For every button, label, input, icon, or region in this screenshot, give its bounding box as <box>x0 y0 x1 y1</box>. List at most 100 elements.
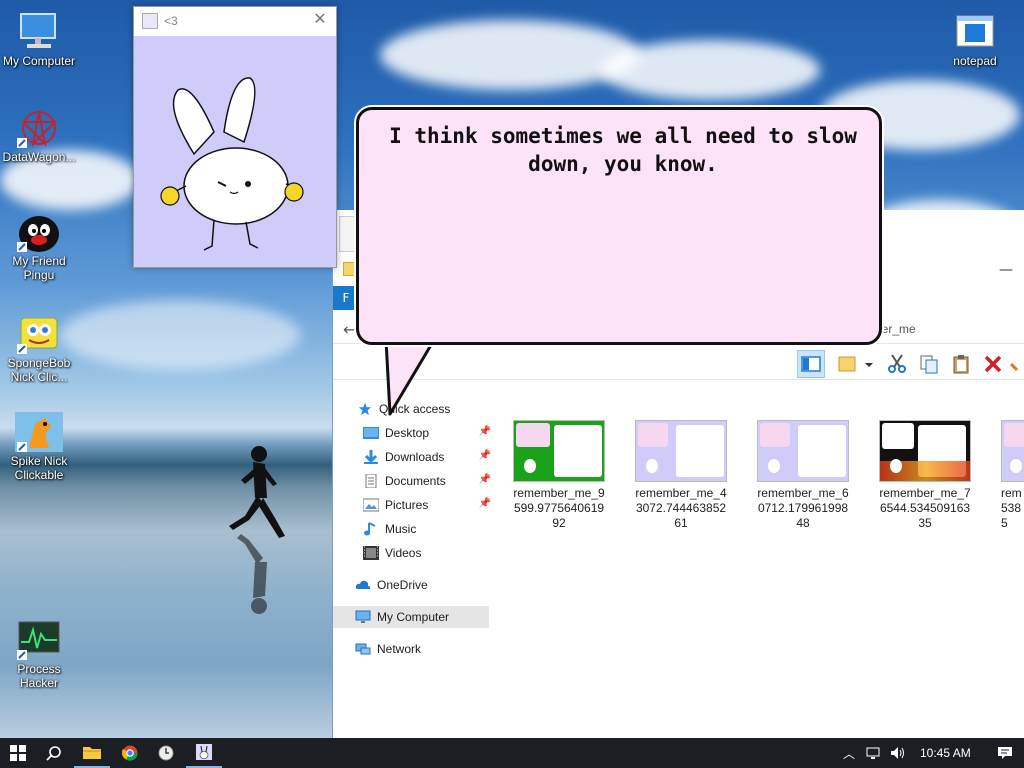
nav-item-desktop[interactable]: Desktop 📌 <box>363 422 493 444</box>
windows-logo-icon <box>10 745 26 761</box>
search-button[interactable] <box>36 738 72 768</box>
spongebob-icon <box>15 314 63 354</box>
file-thumbnail <box>879 420 971 482</box>
nav-my-computer[interactable]: My Computer <box>333 606 489 628</box>
pin-icon: 📌 <box>478 450 491 461</box>
desktop-icon-label: SpongeBob Nick Clic... <box>7 356 71 384</box>
file-item[interactable]: remember_me_76544.53450916335 <box>875 420 975 531</box>
delete-button[interactable] <box>979 350 1007 378</box>
view-options-button[interactable] <box>835 350 875 378</box>
back-arrow-icon[interactable]: ← <box>343 320 356 339</box>
monitor-icon <box>15 12 63 52</box>
file-item[interactable]: remember_me_60712.17996199848 <box>753 420 853 531</box>
pictures-icon <box>363 498 379 512</box>
desktop-icon-spongebob[interactable]: SpongeBob Nick Clic... <box>1 314 77 384</box>
pet-window[interactable]: <3 ✕ <box>133 6 337 268</box>
monitor-icon <box>355 610 371 623</box>
close-button[interactable]: ✕ <box>310 11 330 31</box>
spike-icon <box>15 412 63 452</box>
clock-time[interactable]: 10:45 AM <box>920 746 971 760</box>
desktop-icon-spike[interactable]: Spike Nick Clickable <box>1 412 77 482</box>
copy-button[interactable] <box>915 350 943 378</box>
desktop-icon-label: DataWagon... <box>2 150 76 164</box>
nav-label: OneDrive <box>377 578 428 592</box>
folder-icon <box>343 262 357 276</box>
pin-icon: 📌 <box>478 498 491 509</box>
taskbar-bunny-app[interactable] <box>186 738 222 768</box>
nav-label: Pictures <box>385 498 429 512</box>
checkmark-icon <box>1009 362 1019 372</box>
preview-pane-icon <box>801 356 821 372</box>
network-icon <box>355 643 371 655</box>
taskbar-clock-app[interactable] <box>148 738 184 768</box>
nav-label: Videos <box>385 546 422 560</box>
start-button[interactable] <box>0 738 36 768</box>
network-icon[interactable] <box>866 746 882 760</box>
pet-window-titlebar[interactable]: <3 ✕ <box>134 7 336 35</box>
desktop-icon-my-computer[interactable]: My Computer <box>1 12 77 68</box>
rename-button[interactable] <box>1009 350 1024 378</box>
file-item[interactable]: remember_me_43072.74446385261 <box>631 420 731 531</box>
nav-label: Documents <box>385 474 446 488</box>
folder-icon <box>83 747 101 759</box>
clock-icon <box>158 745 174 761</box>
videos-icon <box>363 546 379 560</box>
system-tray: ︿ 10:45 AM <box>840 738 1013 768</box>
pet-window-title: <3 <box>164 14 178 28</box>
pin-icon: 📌 <box>478 426 491 437</box>
file-thumbnail <box>635 420 727 482</box>
navigation-pane: Quick access Desktop 📌 Downloads 📌 Docum… <box>333 396 493 736</box>
speech-bubble-text: I think sometimes we all need to slow do… <box>389 124 857 176</box>
nav-item-pictures[interactable]: Pictures 📌 <box>363 494 493 516</box>
desktop-icon-notepad[interactable]: notepad <box>937 12 1013 68</box>
bunny-app-icon <box>142 13 158 29</box>
file-name: remember_me_9599.977564061992 <box>513 486 605 530</box>
scissors-icon <box>888 354 906 373</box>
desktop-icon-pingu[interactable]: My Friend Pingu <box>1 212 77 282</box>
file-item[interactable]: remember_me_9599.977564061992 <box>509 420 609 531</box>
taskbar-chrome[interactable] <box>112 738 148 768</box>
desktop-icon-datawagon[interactable]: DataWagon... <box>1 108 77 164</box>
view-options-icon <box>838 356 873 372</box>
preview-pane-button[interactable] <box>797 350 825 378</box>
datawagon-icon <box>15 108 63 148</box>
nav-onedrive[interactable]: OneDrive <box>355 574 489 596</box>
nav-item-downloads[interactable]: Downloads 📌 <box>363 446 493 468</box>
paste-button[interactable] <box>947 350 975 378</box>
notification-icon[interactable] <box>997 746 1013 760</box>
speech-bubble-tail <box>384 340 436 416</box>
nav-label: Network <box>377 642 422 656</box>
chevron-up-icon[interactable]: ︿ <box>840 745 858 762</box>
desktop-icon-label: My Computer <box>2 54 76 68</box>
cut-button[interactable] <box>883 350 911 378</box>
desktop-icon-label: Spike Nick Clickable <box>10 454 68 482</box>
documents-icon <box>365 474 377 488</box>
star-icon <box>358 402 372 416</box>
nav-item-documents[interactable]: Documents 📌 <box>363 470 493 492</box>
file-item[interactable]: rem 5385 <box>997 420 1024 531</box>
file-thumbnail <box>1001 420 1024 482</box>
nav-label: Music <box>385 522 417 536</box>
notepad-icon <box>951 12 999 52</box>
process-hacker-icon <box>15 620 63 660</box>
nav-network[interactable]: Network <box>355 638 489 660</box>
downloads-icon <box>364 450 378 464</box>
minimize-button[interactable]: — <box>999 262 1013 278</box>
pet-canvas[interactable] <box>134 36 336 267</box>
pin-icon: 📌 <box>478 474 491 485</box>
chrome-icon <box>122 745 138 761</box>
taskbar-file-explorer[interactable] <box>74 738 110 768</box>
file-name: rem 5385 <box>1001 486 1022 530</box>
desktop-folder-icon <box>363 427 379 439</box>
desktop-icon-process-hacker[interactable]: Process Hacker <box>1 620 77 690</box>
taskbar: ︿ 10:45 AM <box>0 738 1024 768</box>
nav-label: Downloads <box>385 450 445 464</box>
nav-item-videos[interactable]: Videos <box>363 542 493 564</box>
search-icon <box>46 746 61 761</box>
nav-label: My Computer <box>377 610 450 624</box>
volume-icon[interactable] <box>890 746 906 760</box>
nav-item-music[interactable]: Music <box>363 518 493 540</box>
desktop-icon-label: My Friend Pingu <box>12 254 66 282</box>
desktop-icon-label: Process Hacker <box>17 662 61 690</box>
speech-bubble: I think sometimes we all need to slow do… <box>356 107 882 345</box>
